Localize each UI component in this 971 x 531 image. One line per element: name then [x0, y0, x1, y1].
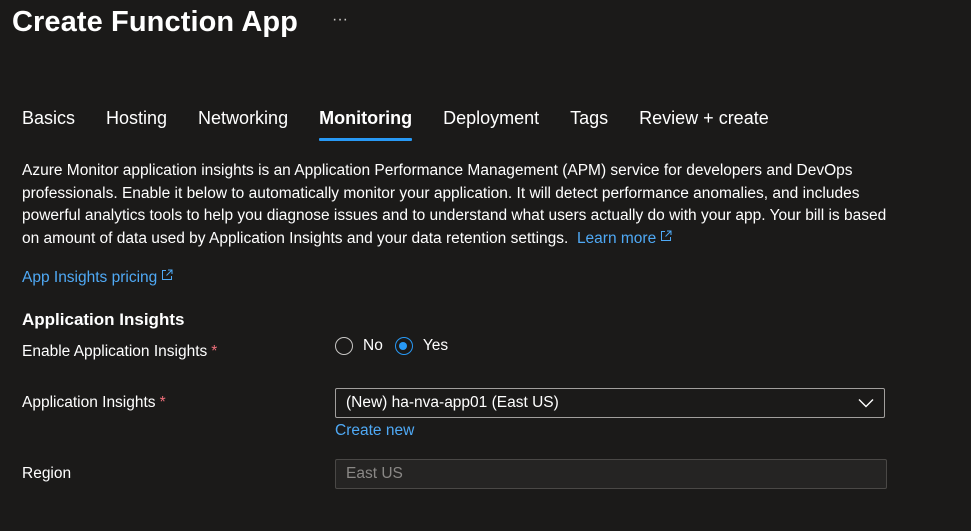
required-marker: *: [159, 394, 166, 411]
required-marker: *: [211, 343, 218, 360]
pricing-link-label: App Insights pricing: [22, 269, 158, 286]
region-field: East US: [335, 459, 887, 489]
tab-review-create[interactable]: Review + create: [639, 108, 769, 141]
external-link-icon: [661, 230, 672, 241]
page-title: Create Function App: [12, 5, 298, 38]
tab-tags[interactable]: Tags: [570, 108, 608, 141]
tab-basics[interactable]: Basics: [22, 108, 75, 141]
region-label: Region: [22, 465, 72, 482]
radio-yes[interactable]: [394, 337, 413, 355]
enable-insights-radio-group: No Yes: [335, 337, 460, 355]
pricing-link-row: App Insights pricing: [22, 269, 173, 287]
monitoring-description: Azure Monitor application insights is an…: [22, 160, 902, 250]
page-header: Create Function App ···: [12, 2, 348, 42]
radio-option-no[interactable]: No: [335, 337, 383, 355]
learn-more-link[interactable]: Learn more: [577, 230, 672, 247]
tab-networking[interactable]: Networking: [198, 108, 288, 141]
learn-more-label: Learn more: [576, 229, 657, 247]
radio-no-label: No: [363, 337, 383, 354]
region-value: East US: [346, 465, 403, 482]
external-link-icon: [162, 269, 173, 280]
tab-monitoring[interactable]: Monitoring: [319, 108, 412, 141]
app-insights-pricing-link[interactable]: App Insights pricing: [22, 269, 173, 286]
description-text: Azure Monitor application insights is an…: [22, 162, 887, 247]
more-options-icon[interactable]: ···: [332, 11, 348, 29]
app-insights-label: Application Insights *: [22, 394, 166, 412]
create-function-app-page: Create Function App ··· Basics Hosting N…: [0, 0, 971, 531]
tab-deployment[interactable]: Deployment: [443, 108, 539, 141]
section-title: Application Insights: [22, 310, 185, 329]
radio-option-yes[interactable]: Yes: [394, 337, 449, 355]
tab-hosting[interactable]: Hosting: [106, 108, 167, 141]
radio-no[interactable]: [335, 337, 353, 355]
radio-yes-label: Yes: [422, 337, 449, 354]
enable-insights-label-text: Enable Application Insights: [22, 343, 208, 360]
app-insights-dropdown[interactable]: (New) ha-nva-app01 (East US): [335, 388, 885, 418]
enable-insights-label: Enable Application Insights *: [22, 343, 217, 361]
chevron-down-icon: [858, 399, 874, 408]
app-insights-label-text: Application Insights: [22, 394, 156, 411]
app-insights-dropdown-value: (New) ha-nva-app01 (East US): [346, 394, 559, 411]
wizard-tabs: Basics Hosting Networking Monitoring Dep…: [22, 108, 800, 141]
create-new-link[interactable]: Create new: [335, 422, 414, 440]
